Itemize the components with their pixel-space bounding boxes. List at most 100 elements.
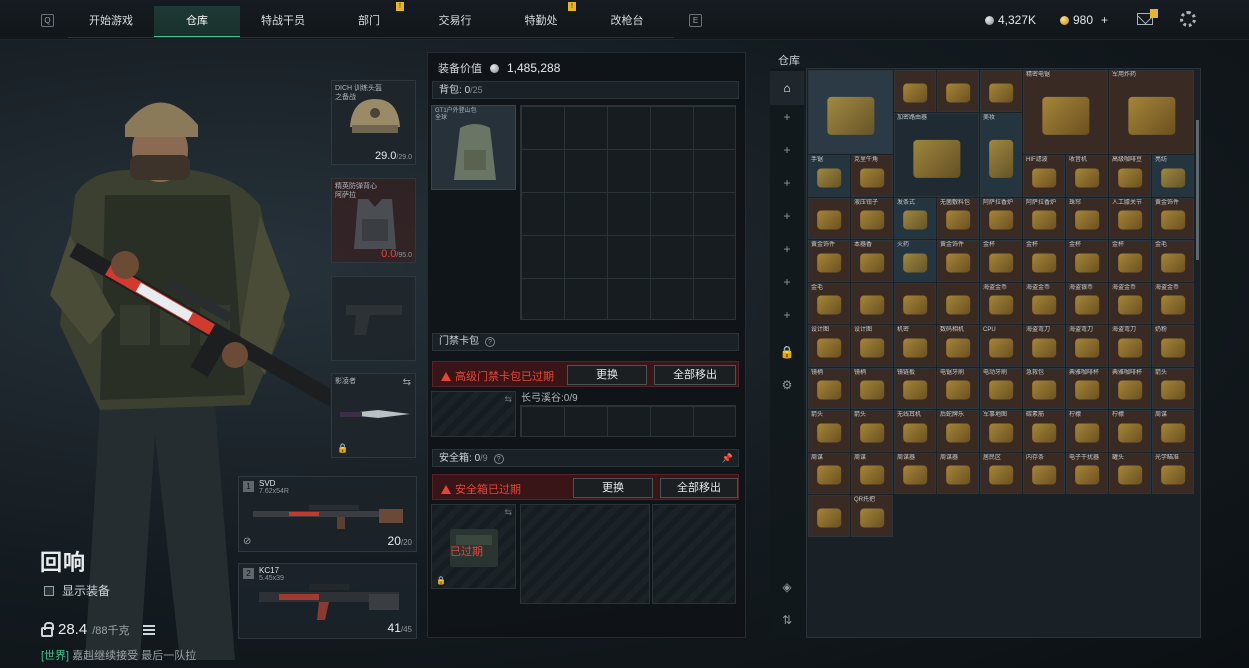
stash-item[interactable]: 海盗金币	[1109, 282, 1151, 324]
helmet-slot[interactable]: DICH 训练头盔 之备战 29.0/29.0	[331, 80, 416, 165]
safebox-replace-button[interactable]: 更换	[573, 478, 653, 498]
melee-slot[interactable]: 影凌者 ⇆ 🔒	[331, 373, 416, 458]
armor-slot[interactable]: 精英防弹背心 阿萨拉 0.0/95.0	[331, 178, 416, 263]
stash-item[interactable]	[808, 495, 850, 537]
stash-item[interactable]: 设计图	[808, 325, 850, 367]
stash-item[interactable]: 高级咖啡豆	[1109, 155, 1151, 197]
stash-item[interactable]: 军用炸药	[1109, 70, 1194, 154]
stash-item[interactable]: 无菌敷料包	[937, 197, 979, 239]
stash-item[interactable]: 周谋	[1152, 410, 1194, 452]
list-icon[interactable]	[142, 624, 155, 635]
stash-item[interactable]: 急救包	[1023, 367, 1065, 409]
show-equipment-toggle[interactable]: 显示装备	[44, 582, 110, 599]
stash-item[interactable]: 罐头	[1109, 452, 1151, 494]
stash-item[interactable]: 奶粉	[1152, 325, 1194, 367]
stash-item[interactable]: 周谋	[851, 452, 893, 494]
stash-item[interactable]: 金杯	[1023, 240, 1065, 282]
stash-item[interactable]: 军事地图	[980, 410, 1022, 452]
stash-item[interactable]: 电动牙刷	[980, 367, 1022, 409]
stash-item[interactable]	[808, 70, 893, 154]
keycard-case-slot[interactable]: ⇆	[431, 391, 516, 437]
add-gold-button[interactable]: +	[1101, 13, 1108, 27]
stash-item[interactable]: 箭头	[851, 410, 893, 452]
swap-icon[interactable]: ⇆	[403, 377, 411, 388]
prev-tab-key-hint[interactable]: Q	[41, 14, 54, 27]
stash-item[interactable]: 居民区	[980, 452, 1022, 494]
secondary-weapon-slot[interactable]: 2 KC17 5.45x39 41/45	[238, 563, 417, 639]
stash-item[interactable]: 后蛇牌乐	[937, 410, 979, 452]
stash-item[interactable]: 箭头	[808, 410, 850, 452]
stash-item[interactable]: 典雅咖啡杯	[1066, 367, 1108, 409]
tab-departments[interactable]: 部门!	[326, 2, 412, 38]
stash-item[interactable]: 柠檬	[1066, 410, 1108, 452]
stash-item[interactable]: 海盗弯刀	[1066, 325, 1108, 367]
stash-item[interactable]	[937, 70, 979, 112]
tab-start-game[interactable]: 开始游戏	[68, 6, 154, 38]
stash-item[interactable]: 无线耳机	[894, 410, 936, 452]
tab-trading[interactable]: 交易行	[412, 6, 498, 38]
stash-item[interactable]: 加密路由器	[894, 112, 979, 197]
stash-item[interactable]: 典雅咖啡杯	[1109, 367, 1151, 409]
stash-item[interactable]: 人工膝关节	[1109, 197, 1151, 239]
keycard-replace-button[interactable]: 更换	[567, 365, 647, 385]
safebox-move-all-button[interactable]: 全部移出	[660, 478, 738, 498]
stash-item[interactable]: QR托把	[851, 495, 893, 537]
stash-item[interactable]: 海盗金币	[980, 282, 1022, 324]
stash-item[interactable]: 金杯	[1066, 240, 1108, 282]
chat-message[interactable]: [世界] 嘉赳继续接受 最后一队拉	[41, 647, 196, 663]
stash-item[interactable]	[894, 70, 936, 112]
stash-item[interactable]: 克里牛角	[851, 155, 893, 197]
stash-item[interactable]: 液压钳子	[851, 197, 893, 239]
swap-icon[interactable]: ⇆	[504, 394, 512, 405]
stash-item[interactable]: 碳素筋	[1023, 410, 1065, 452]
stash-item[interactable]: 收音机	[1066, 155, 1108, 197]
stash-item[interactable]	[851, 282, 893, 324]
keycard-grid[interactable]	[520, 405, 736, 437]
stash-home-icon[interactable]: ⌂	[770, 71, 804, 105]
stash-item[interactable]: 黄金饰件	[808, 240, 850, 282]
stash-item[interactable]: 光学瞄准	[1152, 452, 1194, 494]
gear-icon[interactable]	[1180, 11, 1196, 27]
unequip-icon[interactable]: ⊘	[243, 536, 251, 547]
stash-item[interactable]: 箭头	[1152, 367, 1194, 409]
safebox-slot[interactable]: 已过期 🔒 ⇆	[431, 504, 516, 589]
stash-item[interactable]: 本器香	[851, 240, 893, 282]
stash-item[interactable]: 阿萨拉香炉	[1023, 197, 1065, 239]
stash-item[interactable]: 黄金饰件	[937, 240, 979, 282]
backpack-slot[interactable]: GT1户外登山包 全球	[431, 105, 516, 190]
help-icon[interactable]: ?	[485, 337, 495, 347]
help-icon[interactable]: ?	[493, 454, 504, 464]
stash-item[interactable]: 内存条	[1023, 452, 1065, 494]
add-page-icon[interactable]: +	[770, 308, 804, 322]
stash-item[interactable]: CPU	[980, 325, 1022, 367]
stash-item[interactable]: 金杯	[980, 240, 1022, 282]
swap-icon[interactable]: ⇆	[504, 507, 512, 518]
stash-item[interactable]: 电子干扰器	[1066, 452, 1108, 494]
stash-item[interactable]: 镜链板	[894, 367, 936, 409]
safebox-grid[interactable]	[520, 504, 650, 604]
stash-item[interactable]: 黄金饰件	[1152, 197, 1194, 239]
stash-item[interactable]: 电锯牙刷	[937, 367, 979, 409]
stash-item[interactable]: 柠檬	[1109, 410, 1151, 452]
stash-item[interactable]: 周谋器	[937, 452, 979, 494]
stash-item[interactable]: 美妆	[980, 112, 1022, 197]
stash-item[interactable]: 金毛	[1152, 240, 1194, 282]
add-page-icon[interactable]: +	[770, 176, 804, 190]
add-page-icon[interactable]: +	[770, 275, 804, 289]
keycard-move-all-button[interactable]: 全部移出	[654, 365, 736, 385]
stash-item[interactable]: 珠帘	[1066, 197, 1108, 239]
tab-special-ops[interactable]: 特勤处!	[498, 2, 584, 38]
primary-weapon-slot[interactable]: 1 SVD 7.62x54R ⊘ 20/20	[238, 476, 417, 552]
stash-item[interactable]: 周谋器	[894, 452, 936, 494]
stash-item[interactable]: 设计图	[851, 325, 893, 367]
add-page-icon[interactable]: +	[770, 143, 804, 157]
stash-item[interactable]: 发条式	[894, 197, 936, 239]
stash-item[interactable]: 阿萨拉香炉	[980, 197, 1022, 239]
pistol-slot[interactable]	[331, 276, 416, 361]
stash-item[interactable]: 精密电锯	[1023, 70, 1108, 154]
stash-item[interactable]: 镜柄	[808, 367, 850, 409]
tab-gunsmith[interactable]: 改枪台	[584, 6, 670, 38]
tab-warehouse[interactable]: 仓库	[154, 6, 240, 38]
stash-item[interactable]: 海盗金币	[1152, 282, 1194, 324]
stash-item[interactable]: 金杯	[1109, 240, 1151, 282]
